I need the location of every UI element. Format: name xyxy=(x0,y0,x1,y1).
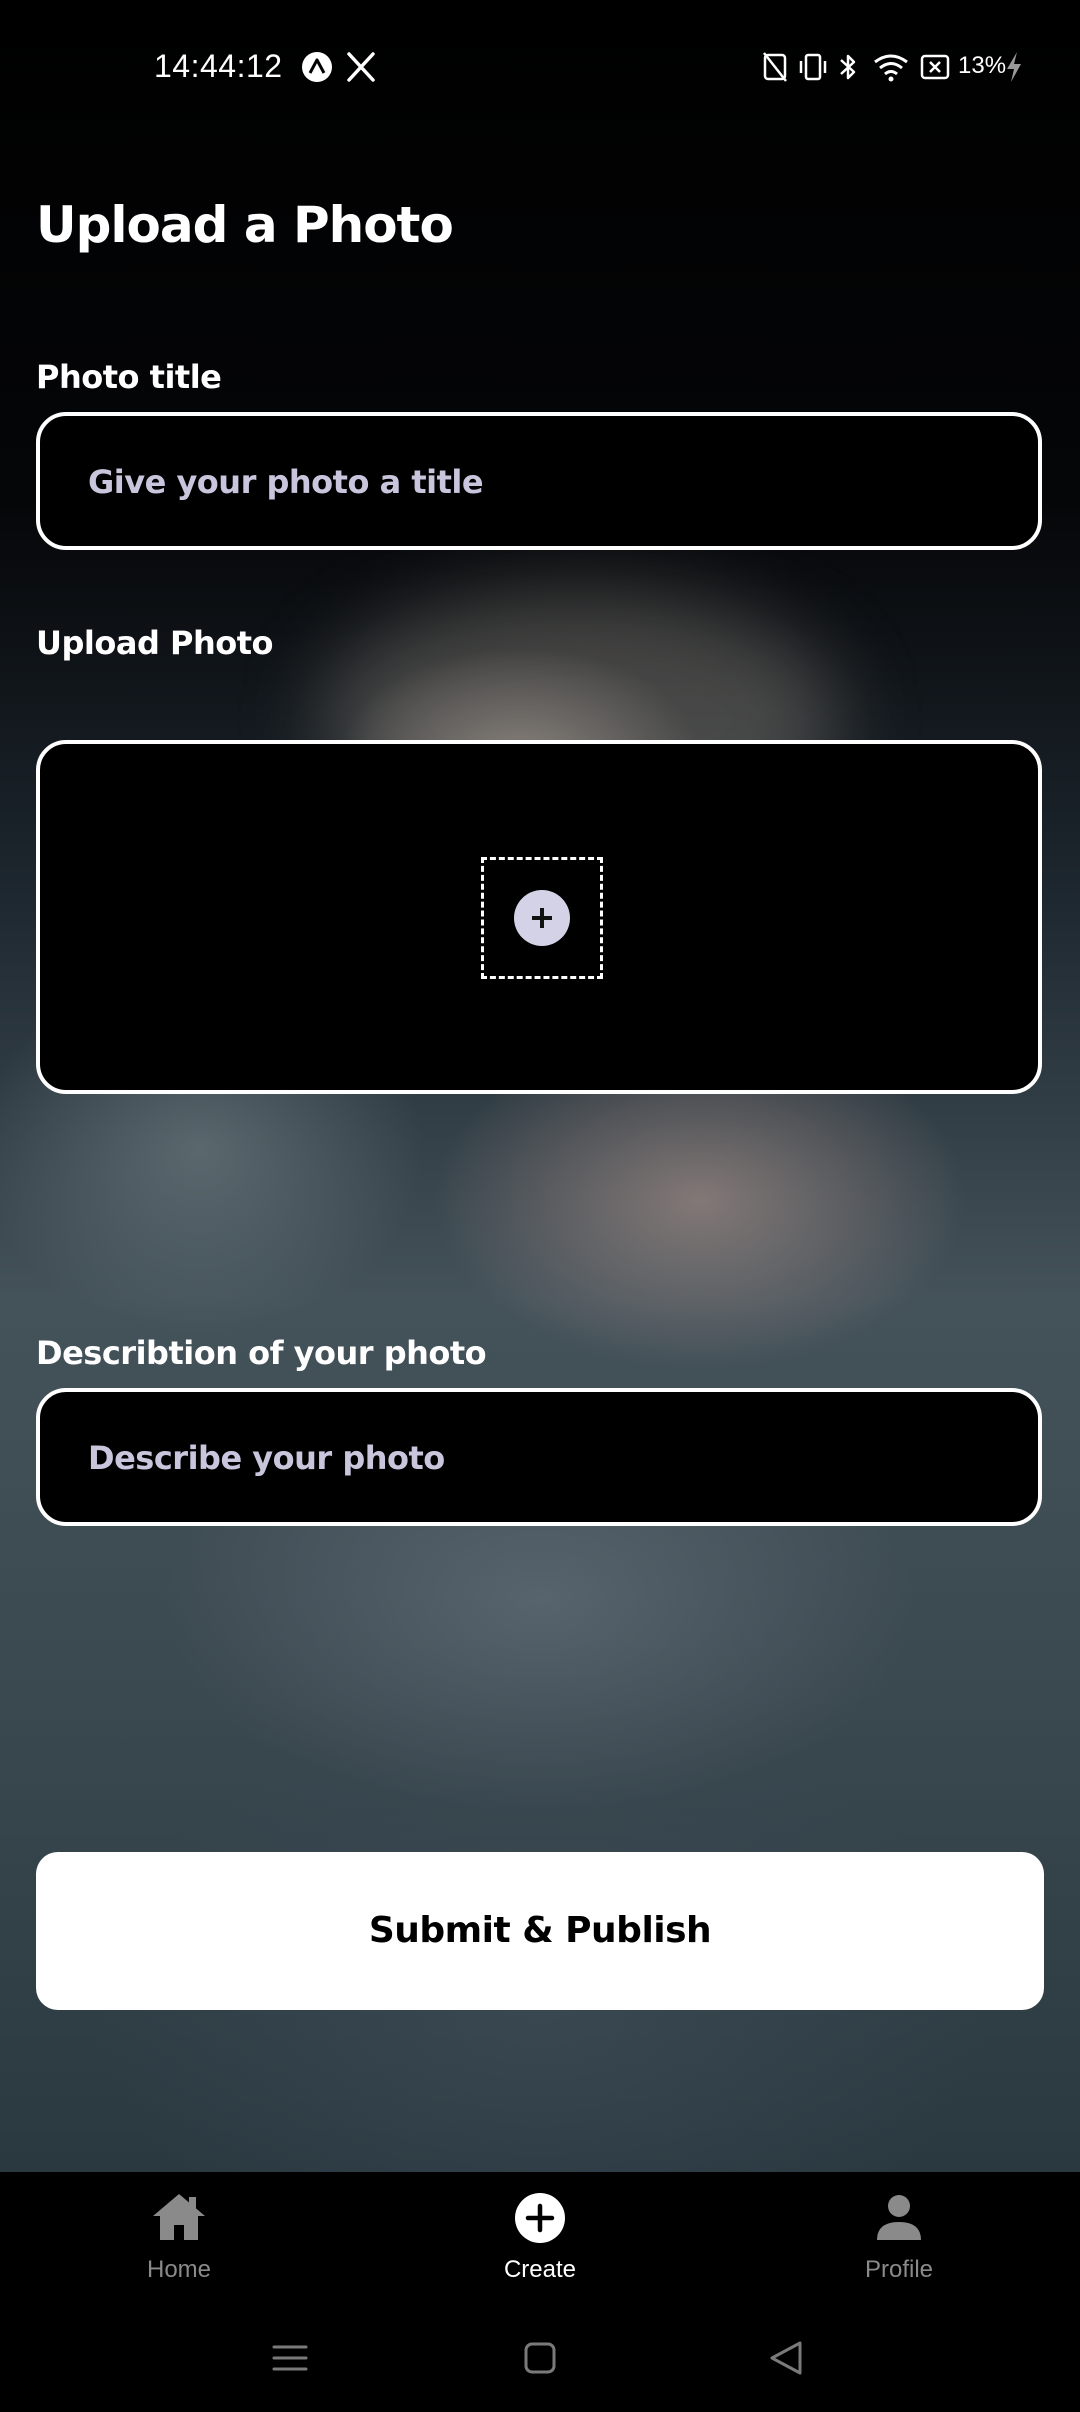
bluetooth-icon xyxy=(840,54,856,80)
x-icon xyxy=(347,52,375,82)
status-bar: 14:44:12 13% xyxy=(0,0,1080,136)
description-label: Describtion of your photo xyxy=(36,1334,487,1372)
bottom-tab-bar: Home Create Profile xyxy=(0,2172,1080,2302)
home-icon xyxy=(153,2194,205,2240)
back-icon[interactable] xyxy=(756,2328,816,2388)
battery-percentage: 13% xyxy=(958,52,1007,79)
tab-profile[interactable]: Profile xyxy=(779,2172,1019,2302)
home-button-icon[interactable] xyxy=(510,2328,570,2388)
tab-profile-label: Profile xyxy=(864,2256,934,2283)
tab-home-label: Home xyxy=(146,2256,212,2283)
vibrate-icon xyxy=(799,53,827,81)
tab-home[interactable]: Home xyxy=(59,2172,299,2302)
add-photo-icon[interactable] xyxy=(514,890,570,946)
upload-photo-screen: 14:44:12 13% Upload a Photo Photo title … xyxy=(0,0,1080,2412)
submit-publish-button[interactable]: Submit & Publish xyxy=(36,1852,1044,2010)
battery-saver-icon xyxy=(920,54,950,80)
photo-title-field[interactable] xyxy=(36,412,1042,550)
recents-icon[interactable] xyxy=(260,2328,320,2388)
assistant-icon xyxy=(302,52,332,82)
nfc-off-icon xyxy=(763,52,787,82)
photo-title-label: Photo title xyxy=(36,358,222,396)
charging-icon xyxy=(1007,52,1021,82)
tab-create-label: Create xyxy=(503,2256,577,2283)
photo-title-input[interactable] xyxy=(86,416,990,548)
page-title: Upload a Photo xyxy=(36,196,454,254)
photo-upload-area[interactable] xyxy=(36,740,1042,1094)
add-circle-icon xyxy=(515,2193,565,2243)
description-field[interactable] xyxy=(36,1388,1042,1526)
upload-photo-label: Upload Photo xyxy=(36,624,273,662)
person-icon xyxy=(877,2195,921,2240)
upload-dropzone[interactable] xyxy=(481,857,603,979)
system-nav-bar xyxy=(0,2302,1080,2412)
status-time: 14:44:12 xyxy=(154,48,283,84)
wifi-icon xyxy=(874,54,908,82)
tab-create[interactable]: Create xyxy=(420,2172,660,2302)
description-input[interactable] xyxy=(86,1392,990,1524)
